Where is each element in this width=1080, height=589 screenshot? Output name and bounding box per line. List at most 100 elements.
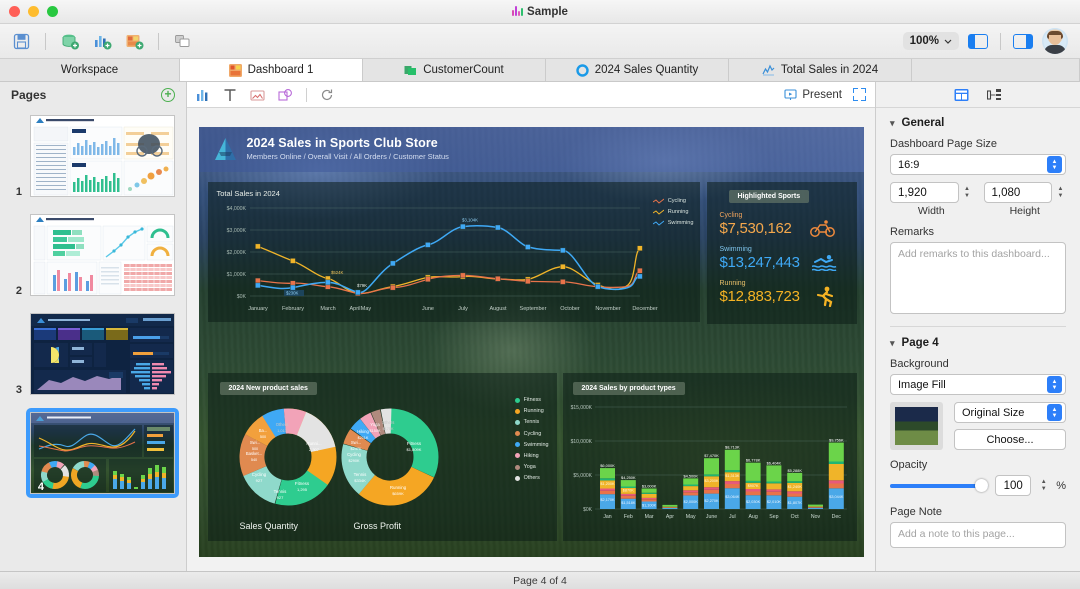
zoom-selector[interactable]: 100% [903,32,959,50]
tab-dashboard-1[interactable]: Dashboard 1 [180,59,363,81]
svg-text:Swi...: Swi... [249,440,259,445]
page-size-select[interactable]: 16:9 ▲▼ [890,154,1066,175]
pages-title: Pages [11,88,46,102]
page-thumbnail-item[interactable]: 1 [0,111,186,210]
left-panel-icon[interactable] [968,34,988,49]
svg-text:Running: Running [389,485,406,490]
svg-text:$334K: $334K [354,478,366,483]
background-select[interactable]: Image Fill ▲▼ [890,374,1066,395]
svg-text:May: May [685,514,695,520]
opacity-slider[interactable] [890,484,988,488]
donut-legend-item[interactable]: Running [515,408,549,414]
svg-text:Aug: Aug [748,514,757,520]
refresh-icon[interactable] [320,88,334,102]
structure-icon[interactable] [987,88,1002,102]
present-button[interactable]: Present [784,88,842,101]
insert-image-icon[interactable] [250,88,265,102]
dashboard-title: 2024 Sales in Sports Club Store [247,136,438,150]
tab-workspace[interactable]: Workspace [0,59,180,81]
add-chart-icon[interactable] [91,31,113,51]
legend-label: Yoga [524,464,536,470]
opacity-stepper-icon[interactable]: ▲▼ [1038,479,1049,493]
legend-item-swimming[interactable]: Swimming [653,220,694,226]
save-icon[interactable] [10,31,32,51]
svg-text:$2,030K: $2,030K [746,500,761,504]
kpi-label-cycling: Cycling [720,212,743,219]
image-size-select[interactable]: Original Size ▲▼ [954,402,1066,423]
page-thumbnail-item-selected[interactable]: 4 [0,408,186,507]
svg-text:$2,170K: $2,170K [600,498,615,502]
opacity-input[interactable]: 100 [995,475,1031,496]
avatar[interactable] [1042,28,1068,54]
svg-text:Tennis: Tennis [353,472,366,477]
donut-legend-item[interactable]: Yoga [515,464,549,470]
line-chart-card[interactable]: Total Sales in 2024 $4,000K$3,000K $2,00… [208,182,700,322]
tab-total-sales-in-2024[interactable]: Total Sales in 2024 [729,59,912,81]
duplicate-icon[interactable] [172,31,194,51]
sales-by-product-types-card[interactable]: 2024 Sales by product types $15,000K$10,… [563,373,857,541]
donut-legend: Fitness Running Tennis Cycling Swimming … [515,397,549,487]
insert-shape-icon[interactable] [278,88,293,102]
svg-text:$9,756K: $9,756K [829,438,844,443]
stepper-icon[interactable]: ▲▼ [1047,376,1062,393]
dashboard-slide: 2024 Sales in Sports Club Store Members … [199,127,864,557]
donut-legend-item[interactable]: Others [515,475,549,481]
minimize-button[interactable] [28,6,39,17]
insert-text-icon[interactable] [223,88,237,102]
new-product-sales-card[interactable]: 2024 New product sales [208,373,557,541]
donut-legend-item[interactable]: Swimming [515,442,549,448]
svg-text:Basket...: Basket... [245,451,261,456]
page-thumbnail-item[interactable]: 3 [0,309,186,408]
legend-item-running[interactable]: Running [653,209,694,215]
svg-text:Oct: Oct [790,514,799,520]
donut-legend-item[interactable]: Cycling [515,431,549,437]
fullscreen-icon[interactable] [853,88,866,101]
general-section-header[interactable]: ▾ General [890,117,1066,129]
remarks-label: Remarks [890,226,1066,238]
toolbar-divider [45,33,46,50]
inspector-panel: ▾ General Dashboard Page Size 16:9 ▲▼ 1,… [875,82,1080,571]
legend-item-cycling[interactable]: Cycling [653,198,694,204]
add-dashboard-icon[interactable] [123,31,145,51]
height-stepper-icon[interactable]: ▲▼ [1055,186,1066,200]
svg-text:$2,010K: $2,010K [766,500,781,504]
svg-text:Others: Others [275,422,288,427]
insert-chart-icon[interactable] [196,88,210,102]
tab-strip-filler [912,59,1080,81]
remarks-input[interactable]: Add remarks to this dashboard... [890,242,1066,314]
choose-image-button[interactable]: Choose... [954,429,1066,450]
height-input[interactable]: 1,080 [984,182,1053,203]
stepper-icon[interactable]: ▲▼ [1047,156,1062,173]
legend-label: Running [668,209,689,215]
width-field-group: 1,920 ▲▼ Width [890,182,973,217]
page-section-header[interactable]: ▾ Page 4 [890,337,1066,349]
height-field-group: 1,080 ▲▼ Height [984,182,1067,217]
close-button[interactable] [9,6,20,17]
width-stepper-icon[interactable]: ▲▼ [962,186,973,200]
donut-legend-item[interactable]: Tennis [515,419,549,425]
stepper-icon[interactable]: ▲▼ [1047,404,1062,421]
tab-customercount[interactable]: CustomerCount [363,59,546,81]
background-image-thumbnail[interactable] [890,402,943,450]
table-icon [404,64,417,77]
zoom-button[interactable] [47,6,58,17]
properties-icon[interactable] [954,88,969,102]
title-bar: Sample [0,0,1080,24]
highlighted-sports-chip: Highlighted Sports [729,190,810,203]
triangle-logo [211,135,240,164]
tab-2024-sales-quantity[interactable]: 2024 Sales Quantity [546,59,729,81]
page-thumbnail-item[interactable]: 2 [0,210,186,309]
highlighted-sports-card[interactable]: Highlighted Sports Cycling $7,530,162 Sw… [707,182,857,324]
donut-legend-item[interactable]: Hiking [515,453,549,459]
page-note-input[interactable]: Add a note to this page... [890,522,1066,548]
svg-text:$3,044K: $3,044K [829,495,844,499]
add-page-icon[interactable]: + [161,88,175,102]
svg-text:Cycling: Cycling [251,472,266,477]
svg-text:$2,000K: $2,000K [683,500,698,504]
width-input[interactable]: 1,920 [890,182,959,203]
add-data-icon[interactable] [59,31,81,51]
donut-legend-item[interactable]: Fitness [515,397,549,403]
pages-sidebar: Pages + 1 [0,82,187,571]
dashboard-canvas[interactable]: 2024 Sales in Sports Club Store Members … [187,108,875,571]
right-panel-icon[interactable] [1013,34,1033,49]
